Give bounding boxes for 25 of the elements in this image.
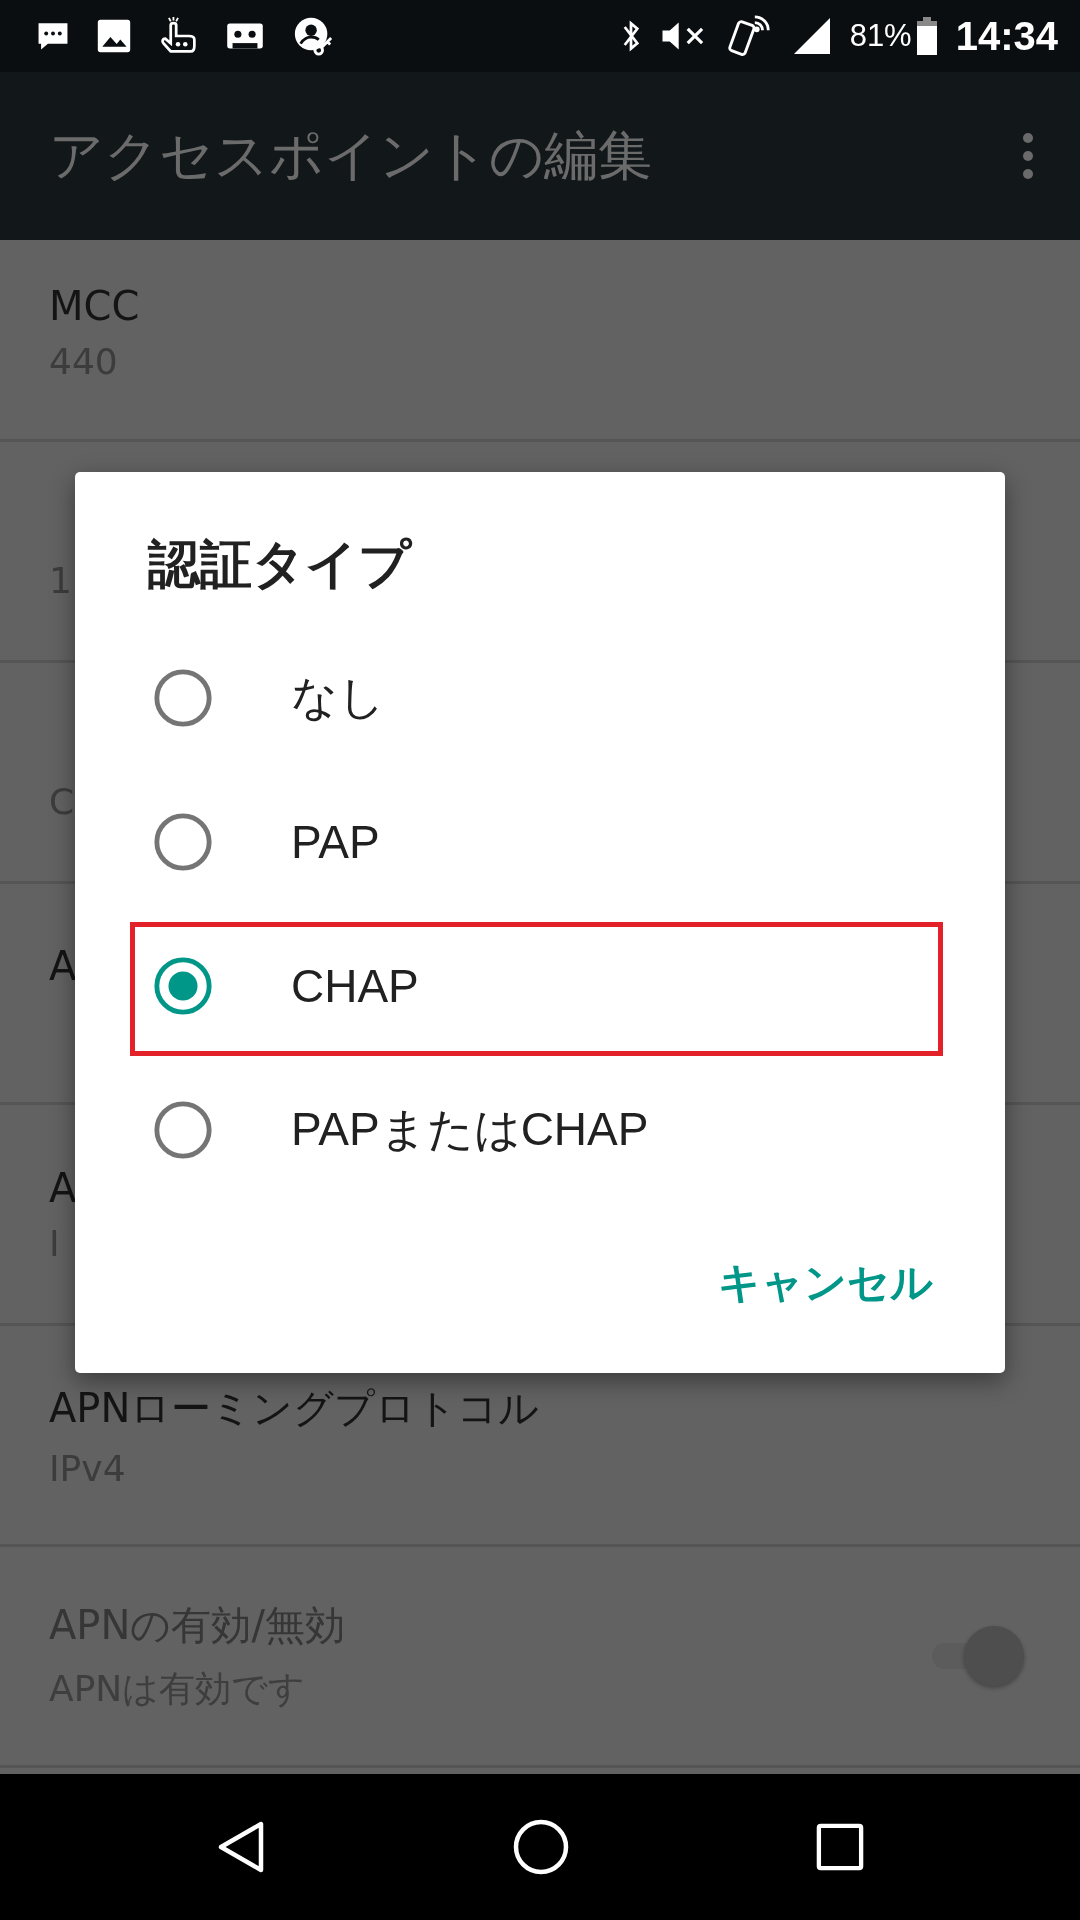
battery-icon <box>915 16 938 56</box>
radio-button[interactable] <box>152 811 214 873</box>
clock: 14:34 <box>955 13 1058 59</box>
person-key-icon <box>292 15 334 57</box>
option-label[interactable]: PAPまたはCHAP <box>291 1099 649 1161</box>
battery-percent: 81% <box>849 18 912 54</box>
cancel-button[interactable]: キャンセル <box>698 1239 953 1327</box>
setting-title: MCC <box>49 283 140 329</box>
recents-icon[interactable] <box>816 1823 864 1871</box>
setting-title: A <box>49 943 77 989</box>
back-icon[interactable] <box>216 1820 266 1874</box>
setting-title: APNローミングプロトコル <box>49 1384 540 1433</box>
more-menu-icon[interactable] <box>1022 132 1034 180</box>
radio-button[interactable] <box>152 667 214 729</box>
dialog-title: 認証タイプ <box>148 533 411 596</box>
hand-icon <box>158 16 198 56</box>
option-label[interactable]: PAP <box>291 815 380 869</box>
option-label[interactable]: なし <box>291 667 385 729</box>
image-icon <box>96 18 132 54</box>
radio-button[interactable] <box>152 1099 214 1161</box>
option-label[interactable]: CHAP <box>291 959 419 1013</box>
setting-title: A <box>49 1164 77 1211</box>
home-icon[interactable] <box>513 1819 569 1875</box>
screen-title: アクセスポイントの編集 <box>49 122 652 189</box>
radio-button[interactable] <box>152 955 214 1017</box>
